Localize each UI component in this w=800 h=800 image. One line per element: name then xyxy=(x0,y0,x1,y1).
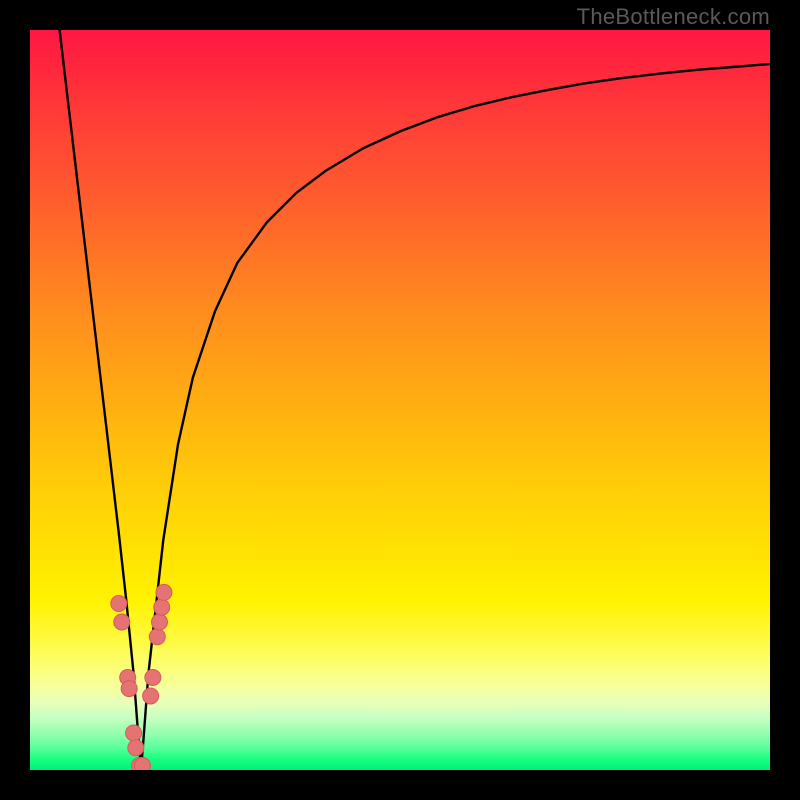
plot-area xyxy=(30,30,770,770)
right-marker-3 xyxy=(149,629,165,645)
left-marker-4 xyxy=(121,681,137,697)
right-marker-1 xyxy=(143,688,159,704)
bottleneck-curve xyxy=(60,30,770,770)
left-marker-5 xyxy=(126,725,142,741)
right-marker-2 xyxy=(145,670,161,686)
vertex-marker-2 xyxy=(134,758,150,770)
right-marker-5 xyxy=(154,599,170,615)
curve-layer xyxy=(30,30,770,770)
left-marker-1 xyxy=(111,596,127,612)
left-marker-6 xyxy=(128,740,144,756)
right-marker-4 xyxy=(152,614,168,630)
watermark-text: TheBottleneck.com xyxy=(577,4,770,30)
right-marker-6 xyxy=(156,584,172,600)
left-marker-2 xyxy=(114,614,130,630)
chart-frame: TheBottleneck.com xyxy=(0,0,800,800)
data-points-group xyxy=(111,584,172,770)
